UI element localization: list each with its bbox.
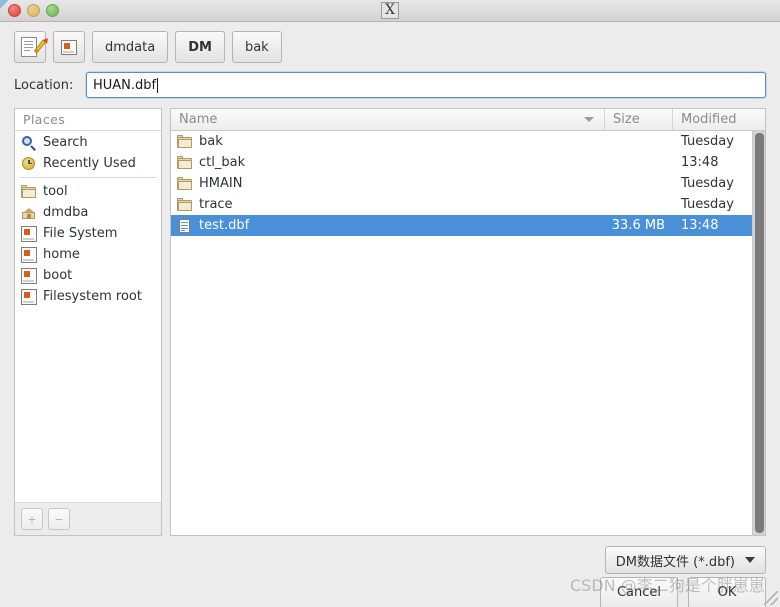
sidebar-item-label: boot xyxy=(43,268,73,283)
breadcrumb-bak[interactable]: bak xyxy=(231,31,282,63)
sidebar-item-tool[interactable]: tool xyxy=(15,181,161,202)
file-chooser-dialog: X dmdata DM bak Location: HUAN.dbf Place… xyxy=(0,0,780,607)
sidebar-item-filesystem-root[interactable]: Filesystem root xyxy=(15,286,161,307)
dialog-body: Places Search Recently Used tool dmdba F… xyxy=(0,108,780,536)
table-row[interactable]: trace Tuesday xyxy=(171,194,765,215)
filesystem-root-button[interactable] xyxy=(53,31,85,63)
folder-icon xyxy=(177,155,193,171)
sidebar-separator xyxy=(19,177,157,178)
places-list: Search Recently Used tool dmdba File Sys… xyxy=(15,131,161,502)
remove-bookmark-button[interactable]: − xyxy=(48,508,70,530)
drive-icon xyxy=(61,39,77,55)
breadcrumb-dm[interactable]: DM xyxy=(175,31,225,63)
location-label: Location: xyxy=(14,77,74,93)
table-row-selected[interactable]: test.dbf 33.6 MB 13:48 xyxy=(171,215,765,236)
sidebar-item-home[interactable]: home xyxy=(15,244,161,265)
create-folder-button[interactable] xyxy=(14,31,46,63)
file-type-filter-value: DM数据文件 (*.dbf) xyxy=(615,554,735,570)
file-size: 33.6 MB xyxy=(611,218,665,233)
places-header: Places xyxy=(15,109,161,131)
file-name: trace xyxy=(199,197,233,212)
sidebar-item-search[interactable]: Search xyxy=(15,132,161,153)
window-title-text: X xyxy=(381,2,399,19)
file-list-header: Name Size Modified xyxy=(171,109,765,131)
vertical-scrollbar[interactable] xyxy=(752,131,765,535)
places-footer: + − xyxy=(15,502,161,535)
cancel-button[interactable]: Cancel xyxy=(600,577,678,607)
scrollbar-thumb[interactable] xyxy=(754,133,764,533)
search-icon xyxy=(21,135,37,151)
folder-icon xyxy=(177,197,193,213)
table-row[interactable]: HMAIN Tuesday xyxy=(171,173,765,194)
folder-icon xyxy=(21,184,37,200)
sidebar-item-file-system[interactable]: File System xyxy=(15,223,161,244)
dialog-action-buttons: Cancel OK xyxy=(600,577,766,607)
resize-grip[interactable] xyxy=(764,591,778,605)
sort-descending-icon xyxy=(584,117,594,122)
file-type-filter-dropdown[interactable]: DM数据文件 (*.dbf) xyxy=(604,546,766,574)
text-caret xyxy=(157,77,159,93)
breadcrumb-dmdata[interactable]: dmdata xyxy=(92,31,169,63)
drive-icon xyxy=(21,288,37,305)
sidebar-item-label: home xyxy=(43,247,80,262)
column-header-modified[interactable]: Modified xyxy=(673,109,765,130)
folder-icon xyxy=(177,134,193,150)
window-title: X xyxy=(0,2,780,19)
path-toolbar: dmdata DM bak xyxy=(0,22,780,72)
sidebar-item-label: Recently Used xyxy=(43,156,136,171)
location-row: Location: HUAN.dbf xyxy=(0,72,780,108)
ok-button[interactable]: OK xyxy=(688,577,766,607)
sidebar-item-label: dmdba xyxy=(43,205,89,220)
chevron-down-icon xyxy=(745,557,755,563)
file-name: HMAIN xyxy=(199,176,243,191)
drive-icon xyxy=(21,246,37,263)
sidebar-item-label: Search xyxy=(43,135,88,150)
file-icon xyxy=(177,218,193,234)
new-document-pencil-icon xyxy=(20,36,46,58)
filter-row: DM数据文件 (*.dbf) xyxy=(0,536,780,574)
file-name: test.dbf xyxy=(199,218,250,233)
recent-icon xyxy=(21,156,37,172)
home-folder-icon xyxy=(21,205,37,221)
sidebar-item-label: Filesystem root xyxy=(43,289,142,304)
column-header-name[interactable]: Name xyxy=(171,109,605,130)
sidebar-item-boot[interactable]: boot xyxy=(15,265,161,286)
column-header-size[interactable]: Size xyxy=(605,109,673,130)
add-bookmark-button[interactable]: + xyxy=(21,508,43,530)
places-sidebar: Places Search Recently Used tool dmdba F… xyxy=(14,108,162,536)
title-bar: X xyxy=(0,0,780,22)
sidebar-item-label: tool xyxy=(43,184,68,199)
drive-icon xyxy=(21,225,37,242)
table-row[interactable]: ctl_bak 13:48 xyxy=(171,152,765,173)
folder-icon xyxy=(177,176,193,192)
sidebar-item-dmdba[interactable]: dmdba xyxy=(15,202,161,223)
sidebar-item-recently-used[interactable]: Recently Used xyxy=(15,153,161,174)
file-list-panel: Name Size Modified bak Tuesday ctl_bak 1… xyxy=(170,108,766,536)
location-input[interactable]: HUAN.dbf xyxy=(86,72,766,98)
file-name: ctl_bak xyxy=(199,155,246,170)
drive-icon xyxy=(21,267,37,284)
file-name: bak xyxy=(199,134,223,149)
sidebar-item-label: File System xyxy=(43,226,118,241)
location-input-value: HUAN.dbf xyxy=(93,77,157,93)
table-row[interactable]: bak Tuesday xyxy=(171,131,765,152)
file-list-rows: bak Tuesday ctl_bak 13:48 HMAIN Tuesday … xyxy=(171,131,765,535)
column-header-name-label: Name xyxy=(179,112,218,127)
